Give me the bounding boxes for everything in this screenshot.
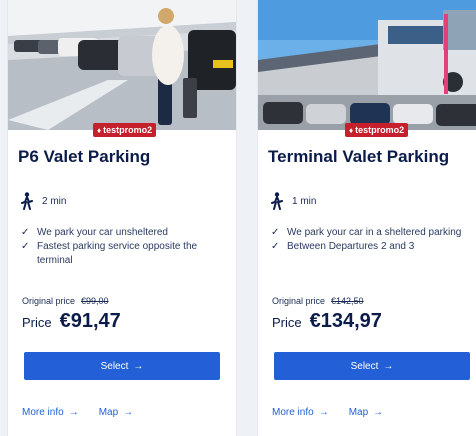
price-value: €91,47 (59, 310, 121, 332)
select-button[interactable]: Select → (274, 352, 470, 380)
price: Price €91,47 (22, 310, 121, 332)
original-price: Original price €142,50 (272, 296, 364, 306)
arrow-right-icon: → (373, 407, 384, 418)
original-price: Original price €99,00 (22, 296, 109, 306)
checkmark-icon: ✓ (271, 227, 280, 238)
parking-photo-terminal (258, 0, 476, 130)
feature-list: ✓ We park your car in a sheltered parkin… (271, 226, 476, 254)
list-item: ✓ Between Departures 2 and 3 (271, 241, 415, 252)
map-link[interactable]: Map → (99, 407, 133, 418)
arrow-right-icon: → (383, 360, 394, 372)
arrow-right-icon: → (68, 407, 79, 418)
duration-text: 2 min (42, 195, 67, 207)
promo-badge: ♦ testpromo2 (345, 123, 409, 137)
walking-person-icon (270, 192, 284, 210)
arrow-right-icon: → (318, 407, 329, 418)
list-item: ✓ We park your car unsheltered (21, 227, 168, 238)
walking-duration: 1 min (270, 192, 316, 210)
price-value: €134,97 (309, 310, 382, 332)
checkmark-icon: ✓ (21, 227, 30, 238)
select-button[interactable]: Select → (24, 352, 220, 380)
tag-icon: ♦ (349, 126, 354, 135)
feature-list: ✓ We park your car unsheltered ✓ Fastest… (21, 226, 226, 268)
more-info-link[interactable]: More info → (22, 407, 79, 418)
price: Price €134,97 (272, 310, 382, 332)
card-title: P6 Valet Parking (18, 147, 151, 166)
card-title: Terminal Valet Parking (268, 147, 450, 166)
list-item: ✓ We park your car in a sheltered parkin… (271, 227, 462, 238)
walking-person-icon (20, 192, 34, 210)
checkmark-icon: ✓ (271, 241, 280, 252)
arrow-right-icon: → (133, 360, 144, 372)
parking-photo-garage (8, 0, 236, 130)
promo-badge: ♦ testpromo2 (93, 123, 157, 137)
parking-card-p6: ♦ testpromo2 P6 Valet Parking 2 min ✓ We … (8, 0, 236, 436)
card-links: More info → Map → (272, 407, 403, 418)
map-link[interactable]: Map → (349, 407, 383, 418)
card-links: More info → Map → (22, 407, 153, 418)
more-info-link[interactable]: More info → (272, 407, 329, 418)
parking-card-terminal: ♦ testpromo2 Terminal Valet Parking 1 min… (258, 0, 476, 436)
arrow-right-icon: → (123, 407, 134, 418)
walking-duration: 2 min (20, 192, 66, 210)
checkmark-icon: ✓ (21, 241, 30, 252)
duration-text: 1 min (292, 195, 317, 207)
tag-icon: ♦ (97, 126, 102, 135)
list-item: ✓ Fastest parking service opposite the t… (21, 241, 198, 266)
